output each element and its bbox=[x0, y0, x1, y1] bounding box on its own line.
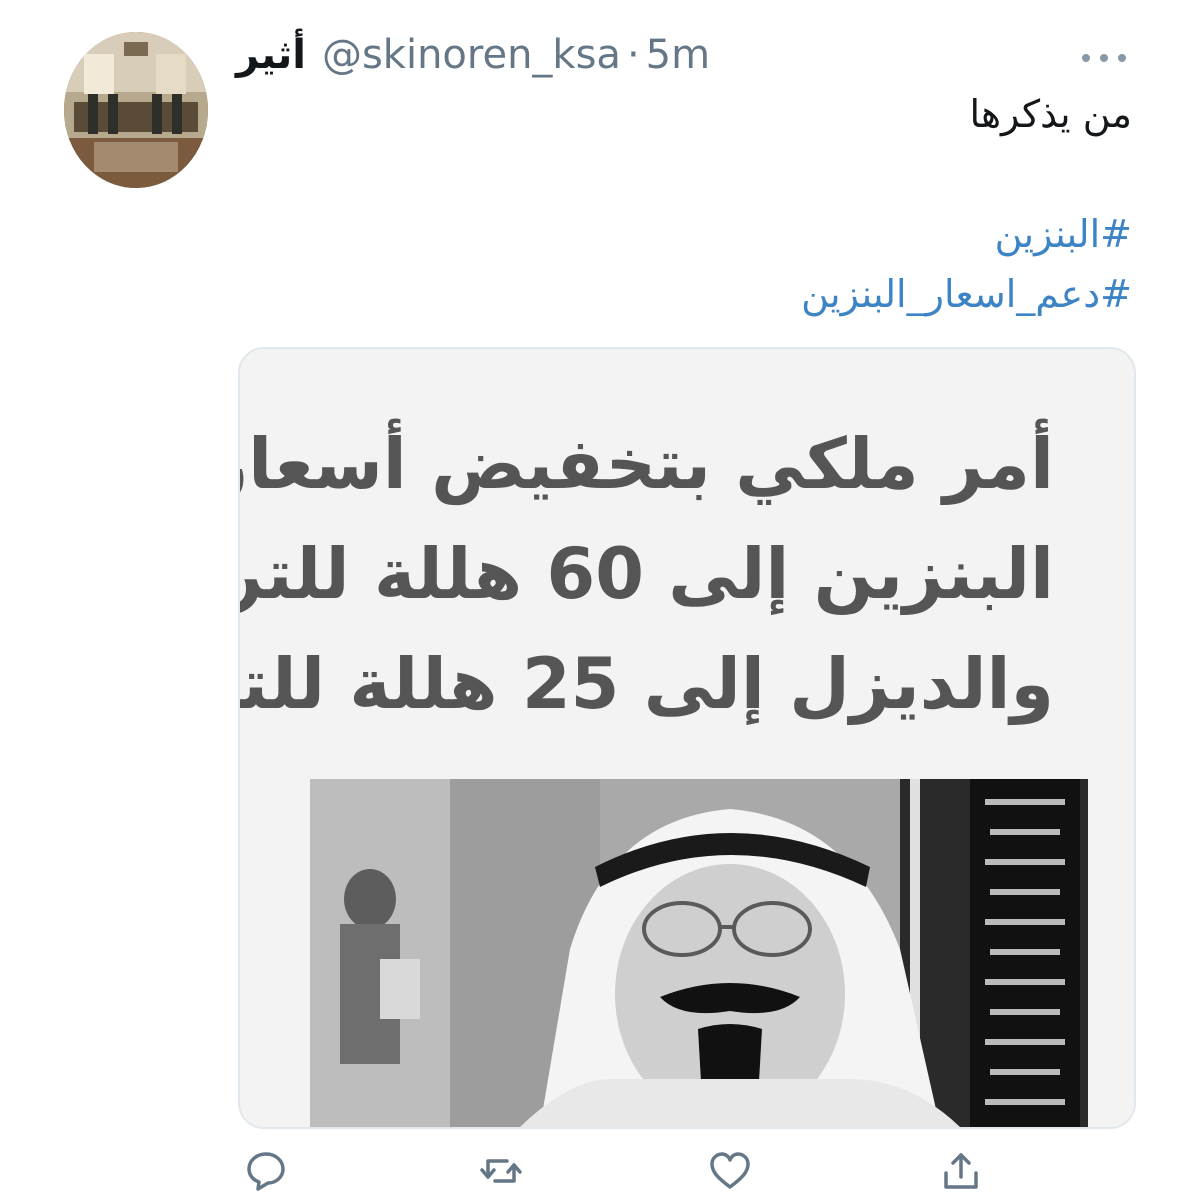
tweet-text: من يذكرها bbox=[969, 92, 1132, 136]
tweet-header: أثير @skinoren_ksa · 5m bbox=[236, 30, 710, 80]
more-dot bbox=[1118, 54, 1126, 62]
avatar[interactable] bbox=[64, 32, 208, 188]
reply-button[interactable] bbox=[241, 1146, 291, 1196]
share-icon bbox=[944, 1153, 978, 1189]
media-headline: أمر ملكي بتخفيض أسعار البنزين إلى 60 هلل… bbox=[238, 409, 1054, 739]
reply-icon bbox=[247, 1152, 285, 1191]
portrait-photo bbox=[310, 779, 1088, 1127]
headline-line: أمر ملكي بتخفيض أسعار bbox=[238, 423, 1054, 505]
headline-line: البنزين إلى 60 هللة للتر bbox=[238, 533, 1054, 615]
tweet-actions bbox=[0, 1146, 1192, 1200]
like-button[interactable] bbox=[705, 1146, 755, 1196]
media-card[interactable]: أمر ملكي بتخفيض أسعار البنزين إلى 60 هلل… bbox=[238, 347, 1136, 1129]
like-icon bbox=[710, 1152, 750, 1189]
hashtag-link[interactable]: #البنزين bbox=[995, 212, 1132, 256]
retweet-button[interactable] bbox=[476, 1146, 526, 1196]
retweet-icon bbox=[480, 1159, 522, 1183]
more-options-icon[interactable] bbox=[1082, 52, 1126, 64]
share-button[interactable] bbox=[936, 1146, 986, 1196]
more-dot bbox=[1100, 54, 1108, 62]
hashtag-link[interactable]: #دعم_اسعار_البنزين bbox=[801, 272, 1132, 316]
avatar-image bbox=[64, 32, 208, 188]
tweet-timestamp[interactable]: 5m bbox=[646, 32, 710, 78]
headline-line: والديزل إلى 25 هللة للتر bbox=[240, 643, 1054, 725]
separator-dot: · bbox=[626, 32, 640, 78]
author-name[interactable]: أثير bbox=[236, 32, 306, 78]
author-handle[interactable]: @skinoren_ksa bbox=[322, 32, 621, 78]
more-dot bbox=[1082, 54, 1090, 62]
